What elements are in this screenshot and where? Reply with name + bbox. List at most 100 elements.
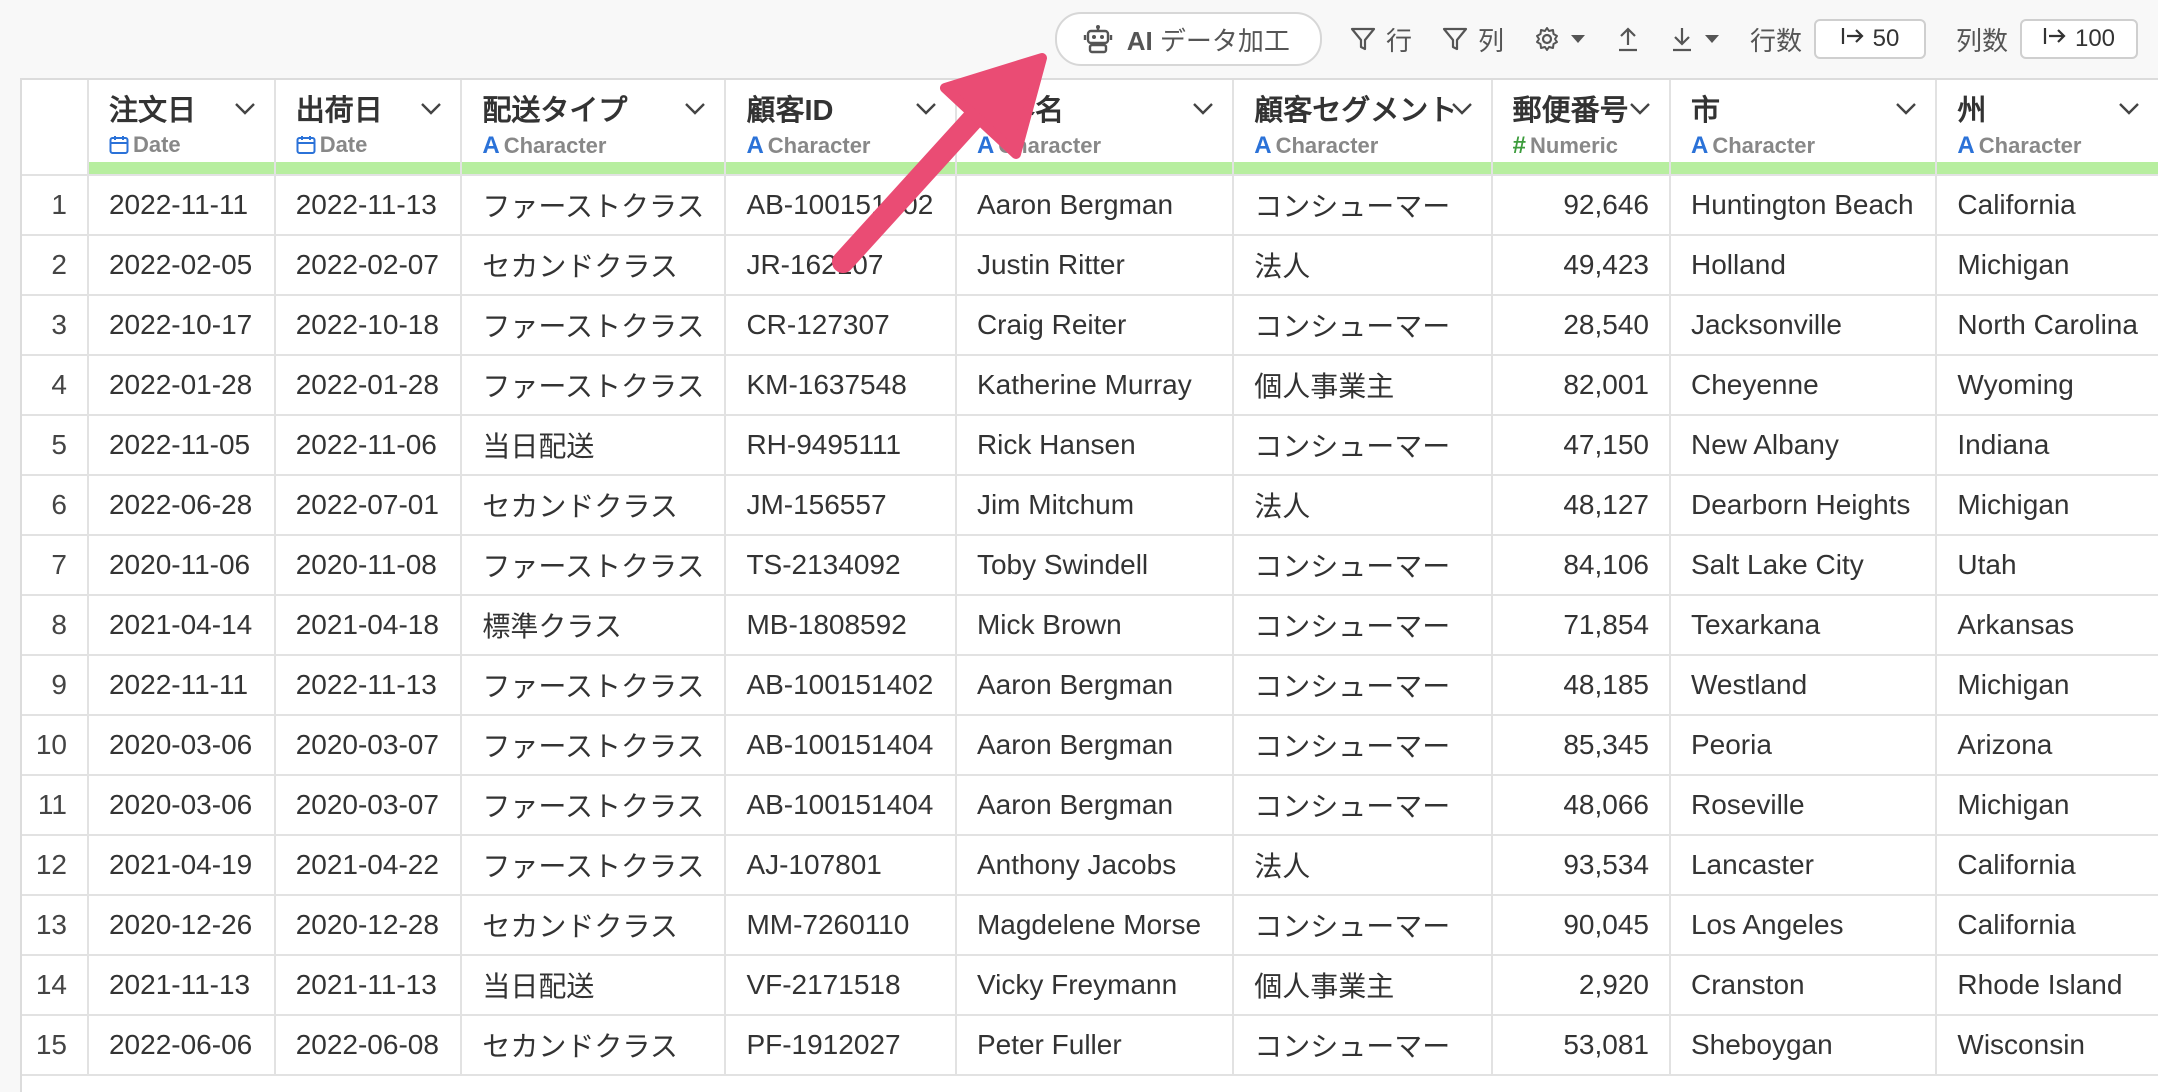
- table-cell[interactable]: 71,854: [1491, 595, 1671, 656]
- table-cell[interactable]: 92,646: [1491, 175, 1671, 236]
- table-cell[interactable]: 2022-11-13: [274, 175, 463, 236]
- table-cell[interactable]: Wisconsin: [1936, 1015, 2158, 1076]
- table-cell[interactable]: CR-127307: [725, 295, 957, 356]
- column-header[interactable]: 市 A Character: [1669, 80, 1938, 176]
- column-header[interactable]: 配送タイプ A Character: [461, 80, 727, 176]
- table-cell[interactable]: コンシューマー: [1233, 775, 1493, 836]
- table-cell[interactable]: Arkansas: [1936, 595, 2158, 656]
- table-cell[interactable]: 2021-04-14: [87, 595, 276, 656]
- table-cell[interactable]: 2021-04-19: [87, 835, 276, 896]
- table-cell[interactable]: 2020-03-07: [274, 775, 463, 836]
- table-cell[interactable]: セカンドクラス: [461, 235, 727, 296]
- chevron-down-icon[interactable]: [2118, 102, 2140, 121]
- table-cell[interactable]: ファーストクラス: [461, 295, 727, 356]
- table-cell[interactable]: California: [1936, 835, 2158, 896]
- table-cell[interactable]: AB-100151402: [725, 655, 957, 716]
- table-cell[interactable]: Arizona: [1936, 715, 2158, 776]
- table-cell[interactable]: 2022-07-01: [274, 475, 463, 536]
- table-cell[interactable]: Toby Swindell: [955, 535, 1235, 596]
- table-cell[interactable]: 2022-10-17: [87, 295, 276, 356]
- table-cell[interactable]: 47,150: [1491, 415, 1671, 476]
- table-cell[interactable]: RH-9495111: [725, 415, 957, 476]
- table-cell[interactable]: 93,534: [1491, 835, 1671, 896]
- table-cell[interactable]: コンシューマー: [1233, 1015, 1493, 1076]
- chevron-down-icon[interactable]: [1629, 102, 1651, 121]
- table-cell[interactable]: Michigan: [1936, 235, 2158, 296]
- table-cell[interactable]: Magdelene Morse: [955, 895, 1235, 956]
- table-cell[interactable]: 2020-03-07: [274, 715, 463, 776]
- table-cell[interactable]: コンシューマー: [1233, 175, 1493, 236]
- table-cell[interactable]: New Albany: [1669, 415, 1938, 476]
- table-cell[interactable]: MM-7260110: [725, 895, 957, 956]
- table-cell[interactable]: AB-100151404: [725, 715, 957, 776]
- table-cell[interactable]: 法人: [1233, 235, 1493, 296]
- table-cell[interactable]: KM-1637548: [725, 355, 957, 416]
- table-cell[interactable]: Rick Hansen: [955, 415, 1235, 476]
- table-cell[interactable]: Aaron Bergman: [955, 175, 1235, 236]
- table-cell[interactable]: 49,423: [1491, 235, 1671, 296]
- table-cell[interactable]: 90,045: [1491, 895, 1671, 956]
- settings-menu-button[interactable]: [1534, 26, 1586, 52]
- table-cell[interactable]: セカンドクラス: [461, 895, 727, 956]
- table-cell[interactable]: Aaron Bergman: [955, 775, 1235, 836]
- chevron-down-icon[interactable]: [915, 102, 937, 121]
- table-cell[interactable]: North Carolina: [1936, 295, 2158, 356]
- table-cell[interactable]: コンシューマー: [1233, 535, 1493, 596]
- table-cell[interactable]: 2022-01-28: [274, 355, 463, 416]
- table-cell[interactable]: Aaron Bergman: [955, 715, 1235, 776]
- table-cell[interactable]: 53,081: [1491, 1015, 1671, 1076]
- table-cell[interactable]: ファーストクラス: [461, 835, 727, 896]
- table-cell[interactable]: Cheyenne: [1669, 355, 1938, 416]
- column-filter-button[interactable]: 列: [1442, 21, 1504, 58]
- chevron-down-icon[interactable]: [684, 102, 706, 121]
- table-cell[interactable]: Los Angeles: [1669, 895, 1938, 956]
- table-cell[interactable]: 2020-03-06: [87, 775, 276, 836]
- column-count-button[interactable]: 100: [2020, 19, 2138, 59]
- table-cell[interactable]: 2021-04-18: [274, 595, 463, 656]
- table-cell[interactable]: Holland: [1669, 235, 1938, 296]
- table-cell[interactable]: 85,345: [1491, 715, 1671, 776]
- table-cell[interactable]: ファーストクラス: [461, 535, 727, 596]
- table-cell[interactable]: 法人: [1233, 475, 1493, 536]
- table-cell[interactable]: California: [1936, 175, 2158, 236]
- table-cell[interactable]: 2022-10-18: [274, 295, 463, 356]
- table-cell[interactable]: ファーストクラス: [461, 655, 727, 716]
- table-cell[interactable]: Cranston: [1669, 955, 1938, 1016]
- table-cell[interactable]: Westland: [1669, 655, 1938, 716]
- table-cell[interactable]: 個人事業主: [1233, 955, 1493, 1016]
- table-cell[interactable]: 2020-12-26: [87, 895, 276, 956]
- table-cell[interactable]: 2022-06-28: [87, 475, 276, 536]
- table-cell[interactable]: 2022-11-05: [87, 415, 276, 476]
- table-cell[interactable]: 2020-11-06: [87, 535, 276, 596]
- table-cell[interactable]: Utah: [1936, 535, 2158, 596]
- table-cell[interactable]: Justin Ritter: [955, 235, 1235, 296]
- table-cell[interactable]: AJ-107801: [725, 835, 957, 896]
- import-menu-button[interactable]: [1670, 25, 1720, 53]
- table-cell[interactable]: Michigan: [1936, 655, 2158, 716]
- table-cell[interactable]: コンシューマー: [1233, 415, 1493, 476]
- table-cell[interactable]: コンシューマー: [1233, 655, 1493, 716]
- table-cell[interactable]: 48,185: [1491, 655, 1671, 716]
- table-cell[interactable]: 標準クラス: [461, 595, 727, 656]
- table-cell[interactable]: 2022-11-11: [87, 655, 276, 716]
- table-cell[interactable]: Mick Brown: [955, 595, 1235, 656]
- table-cell[interactable]: JM-156557: [725, 475, 957, 536]
- table-cell[interactable]: 2022-02-07: [274, 235, 463, 296]
- table-cell[interactable]: 2021-11-13: [87, 955, 276, 1016]
- row-filter-button[interactable]: 行: [1350, 21, 1412, 58]
- table-cell[interactable]: 82,001: [1491, 355, 1671, 416]
- table-cell[interactable]: MB-1808592: [725, 595, 957, 656]
- table-cell[interactable]: 個人事業主: [1233, 355, 1493, 416]
- table-cell[interactable]: 2022-11-06: [274, 415, 463, 476]
- table-cell[interactable]: Wyoming: [1936, 355, 2158, 416]
- table-cell[interactable]: セカンドクラス: [461, 1015, 727, 1076]
- table-cell[interactable]: コンシューマー: [1233, 895, 1493, 956]
- table-cell[interactable]: PF-1912027: [725, 1015, 957, 1076]
- table-cell[interactable]: Vicky Freymann: [955, 955, 1235, 1016]
- table-cell[interactable]: VF-2171518: [725, 955, 957, 1016]
- table-cell[interactable]: 28,540: [1491, 295, 1671, 356]
- table-cell[interactable]: Salt Lake City: [1669, 535, 1938, 596]
- chevron-down-icon[interactable]: [1192, 102, 1214, 121]
- table-cell[interactable]: 2022-11-11: [87, 175, 276, 236]
- table-cell[interactable]: 当日配送: [461, 415, 727, 476]
